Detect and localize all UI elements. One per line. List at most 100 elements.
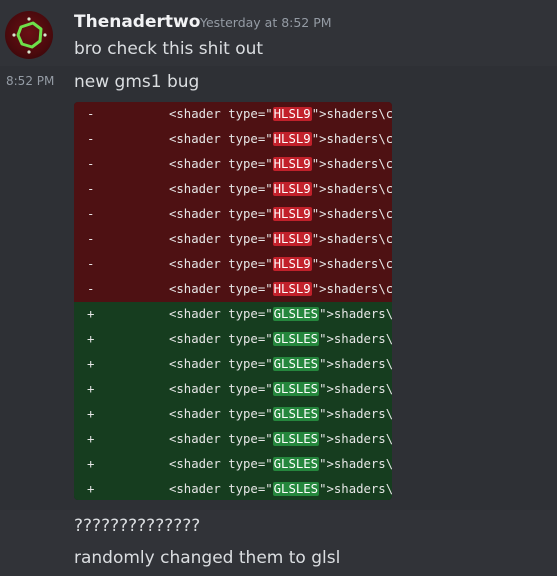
avatar[interactable] (5, 11, 53, 59)
code-suffix: ">shaders\ (319, 482, 392, 496)
code-suffix: ">shaders\c (311, 207, 392, 221)
diff-code: <shader type="GLSLES">shaders\ (169, 427, 392, 452)
diff-added-line: + <shader type="GLSLES">shaders\ (74, 327, 392, 352)
code-highlight: GLSLES (272, 307, 320, 321)
diff-sign: + (87, 432, 95, 446)
diff-sign: - (87, 282, 95, 296)
code-prefix: <shader type=" (169, 407, 273, 421)
code-prefix: <shader type=" (169, 332, 273, 346)
message-line: ?????????????? (74, 516, 201, 536)
code-suffix: ">shaders\ (319, 407, 392, 421)
diff-removed-line: - <shader type="HLSL9">shaders\c (74, 202, 392, 227)
code-suffix: ">shaders\ (319, 307, 392, 321)
diff-code: <shader type="HLSL9">shaders\c (169, 102, 392, 127)
diff-removed-line: - <shader type="HLSL9">shaders\c (74, 227, 392, 252)
code-suffix: ">shaders\c (311, 182, 392, 196)
diff-code: <shader type="GLSLES">shaders\ (169, 302, 392, 327)
code-highlight: HLSL9 (272, 157, 312, 171)
diff-sign: + (87, 357, 95, 371)
message-line: bro check this shit out (74, 39, 264, 59)
diff-code: <shader type="GLSLES">shaders\ (169, 402, 392, 427)
diff-sign: - (87, 132, 95, 146)
code-highlight: HLSL9 (272, 282, 312, 296)
diff-code: <shader type="GLSLES">shaders\ (169, 352, 392, 377)
diff-code: <shader type="GLSLES">shaders\ (169, 452, 392, 477)
code-highlight: HLSL9 (272, 182, 312, 196)
code-highlight: HLSL9 (272, 257, 312, 271)
diff-sign: + (87, 382, 95, 396)
code-suffix: ">shaders\c (311, 257, 392, 271)
attachment-image[interactable]: - <shader type="HLSL9">shaders\c - <shader … (74, 102, 392, 500)
code-highlight: HLSL9 (272, 207, 312, 221)
code-prefix: <shader type=" (169, 307, 273, 321)
diff-sign: + (87, 332, 95, 346)
code-suffix: ">shaders\ (319, 382, 392, 396)
diff-sign: - (87, 157, 95, 171)
diff-code: <shader type="HLSL9">shaders\c (169, 277, 392, 302)
diff-added-line: + <shader type="GLSLES">shaders\ (74, 377, 392, 402)
diff-added-line: + <shader type="GLSLES">shaders\ (74, 302, 392, 327)
code-highlight: HLSL9 (272, 107, 312, 121)
diff-code: <shader type="HLSL9">shaders\c (169, 152, 392, 177)
diff-code: <shader type="GLSLES">shaders\ (169, 477, 392, 500)
code-suffix: ">shaders\c (311, 232, 392, 246)
code-suffix: ">shaders\c (311, 132, 392, 146)
diff-added-line: + <shader type="GLSLES">shaders\ (74, 402, 392, 427)
diff-code: <shader type="HLSL9">shaders\c (169, 127, 392, 152)
diff-removed-line: - <shader type="HLSL9">shaders\c (74, 127, 392, 152)
code-suffix: ">shaders\ (319, 432, 392, 446)
diff-added-line: + <shader type="GLSLES">shaders\ (74, 427, 392, 452)
chat-view: Thenadertwo Yesterday at 8:52 PM bro che… (0, 0, 557, 576)
diff-added-line: + <shader type="GLSLES">shaders\ (74, 477, 392, 500)
code-suffix: ">shaders\ (319, 457, 392, 471)
code-highlight: HLSL9 (272, 132, 312, 146)
message-timestamp[interactable]: Yesterday at 8:52 PM (200, 14, 332, 32)
code-prefix: <shader type=" (169, 107, 273, 121)
code-prefix: <shader type=" (169, 357, 273, 371)
code-highlight: GLSLES (272, 357, 320, 371)
diff-sign: - (87, 257, 95, 271)
hover-timestamp[interactable]: 8:52 PM (6, 74, 54, 88)
code-highlight: GLSLES (272, 407, 320, 421)
code-highlight: GLSLES (272, 382, 320, 396)
diff-code: <shader type="GLSLES">shaders\ (169, 377, 392, 402)
code-prefix: <shader type=" (169, 382, 273, 396)
diff-removed-line: - <shader type="HLSL9">shaders\c (74, 252, 392, 277)
code-suffix: ">shaders\c (311, 107, 392, 121)
code-highlight: GLSLES (272, 457, 320, 471)
code-highlight: GLSLES (272, 432, 320, 446)
diff-sign: - (87, 232, 95, 246)
diff-sign: + (87, 457, 95, 471)
diff-sign: - (87, 207, 95, 221)
code-highlight: HLSL9 (272, 232, 312, 246)
diff-added-line: + <shader type="GLSLES">shaders\ (74, 452, 392, 477)
message-line: randomly changed them to glsl (74, 548, 341, 568)
code-prefix: <shader type=" (169, 457, 273, 471)
diff-added-line: + <shader type="GLSLES">shaders\ (74, 352, 392, 377)
diff-sign: + (87, 407, 95, 421)
diff-sign: - (87, 182, 95, 196)
diff-code: <shader type="GLSLES">shaders\ (169, 327, 392, 352)
diff-sign: + (87, 307, 95, 321)
avatar-image (12, 17, 47, 54)
code-highlight: GLSLES (272, 482, 320, 496)
code-prefix: <shader type=" (169, 207, 273, 221)
diff-code: <shader type="HLSL9">shaders\c (169, 177, 392, 202)
code-prefix: <shader type=" (169, 157, 273, 171)
code-prefix: <shader type=" (169, 182, 273, 196)
username[interactable]: Thenadertwo (74, 11, 200, 33)
message-line: new gms1 bug (74, 72, 200, 92)
code-suffix: ">shaders\c (311, 282, 392, 296)
code-prefix: <shader type=" (169, 257, 273, 271)
code-highlight: GLSLES (272, 332, 320, 346)
diff-code: <shader type="HLSL9">shaders\c (169, 202, 392, 227)
code-prefix: <shader type=" (169, 482, 273, 496)
diff-removed-line: - <shader type="HLSL9">shaders\c (74, 152, 392, 177)
code-prefix: <shader type=" (169, 132, 273, 146)
code-prefix: <shader type=" (169, 432, 273, 446)
diff-sign: - (87, 107, 95, 121)
code-prefix: <shader type=" (169, 232, 273, 246)
diff-code: <shader type="HLSL9">shaders\c (169, 227, 392, 252)
diff-removed-line: - <shader type="HLSL9">shaders\c (74, 277, 392, 302)
code-suffix: ">shaders\ (319, 357, 392, 371)
